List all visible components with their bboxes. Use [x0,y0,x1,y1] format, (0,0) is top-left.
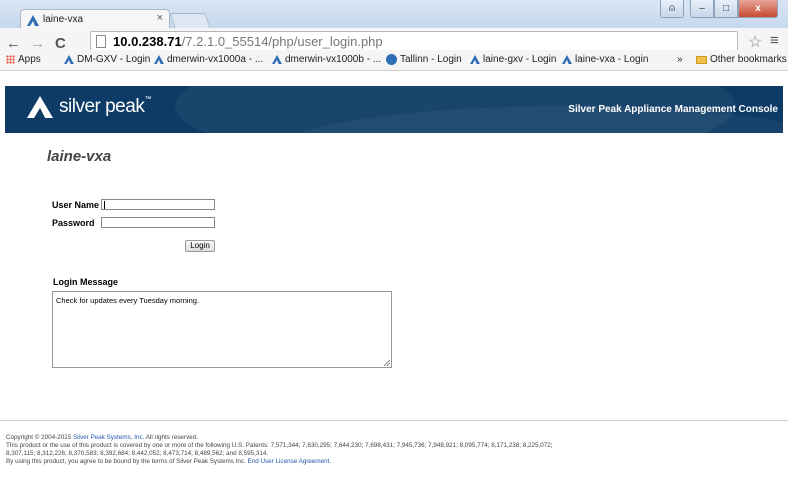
login-message-textarea[interactable]: Check for updates every Tuesday morning. [52,291,392,368]
chrome-menu-icon[interactable]: ≡ [770,32,779,49]
copyright-line: Copyright © 2004-2015 Silver Peak System… [6,434,198,441]
password-field[interactable] [101,217,215,228]
footer: Copyright © 2004-2015 Silver Peak System… [0,420,788,465]
eula-link[interactable]: End User License Agreement [248,458,330,465]
login-message-text: Check for updates every Tuesday morning. [56,296,199,305]
back-button[interactable]: ← [6,36,21,51]
silverpeak-icon [562,55,572,64]
tab-close-icon[interactable]: × [157,12,163,24]
username-label: User Name [52,200,100,210]
silverpeak-icon [470,55,480,64]
bookmarks-overflow-icon[interactable]: » [677,54,683,65]
forward-button[interactable]: → [30,36,45,51]
console-title: Silver Peak Appliance Management Console [568,104,778,115]
folder-icon [696,55,707,64]
bookmark-dmerwin-b[interactable]: dmerwin-vx1000b - ... [272,54,381,65]
text-caret [104,201,105,209]
company-link[interactable]: Silver Peak Systems, Inc. [73,434,144,441]
login-message-title: Login Message [53,277,119,287]
silverpeak-icon [64,55,74,64]
bookmark-tallinn[interactable]: Tallinn - Login [386,54,462,65]
header-banner: silver peak™ Silver Peak Appliance Manag… [5,86,783,133]
browser-tab[interactable]: laine-vxa × [20,9,170,28]
silverpeak-icon [154,55,164,64]
minimize-button[interactable]: – [690,0,714,18]
reload-button[interactable]: C [55,36,66,51]
globe-icon [386,54,397,65]
password-label: Password [52,218,95,228]
patents-line-1: This product or the use of this product … [6,442,553,449]
bookmark-apps[interactable]: Apps [6,54,41,65]
url-text: 10.0.238.71/7.2.1.0_55514/php/user_login… [113,34,383,49]
close-window-button[interactable]: x [738,0,778,18]
apps-grid-icon [6,55,15,64]
silverpeak-logo-icon [27,96,53,118]
bookmark-dmerwin-a[interactable]: dmerwin-vx1000a - ... [154,54,263,65]
bookmark-laine-vxa[interactable]: laine-vxa - Login [562,54,648,65]
bookmark-dm-gxv[interactable]: DM-GXV - Login [64,54,150,65]
address-bar[interactable]: 10.0.238.71/7.2.1.0_55514/php/user_login… [90,31,738,52]
window-titlebar: laine-vxa × ⍝ – □ x [0,0,788,28]
page-icon [96,35,106,48]
eula-line: By using this product, you agree to be b… [6,458,332,465]
logo-text: silver peak™ [59,96,151,117]
new-tab-button[interactable] [169,13,211,28]
window-controls: ⍝ – □ x [660,0,778,20]
login-button[interactable]: Login [185,240,215,252]
hostname-title: laine-vxa [47,148,112,165]
bookmark-star-icon[interactable]: ☆ [748,32,762,52]
username-field[interactable] [101,199,215,210]
maximize-button[interactable]: □ [714,0,738,18]
silverpeak-logo: silver peak™ [27,96,151,118]
bookmark-laine-gxv[interactable]: laine-gxv - Login [470,54,556,65]
tab-title: laine-vxa [43,14,84,25]
user-icon[interactable]: ⍝ [660,0,684,18]
other-bookmarks[interactable]: Other bookmarks [696,54,787,65]
resize-handle-icon[interactable] [384,360,390,366]
patents-line-2: 8,307,115; 8,312,226; 8,370,583; 8,392,6… [6,450,269,457]
bookmarks-bar: Apps DM-GXV - Login dmerwin-vx1000a - ..… [0,50,788,71]
silverpeak-icon [272,55,282,64]
